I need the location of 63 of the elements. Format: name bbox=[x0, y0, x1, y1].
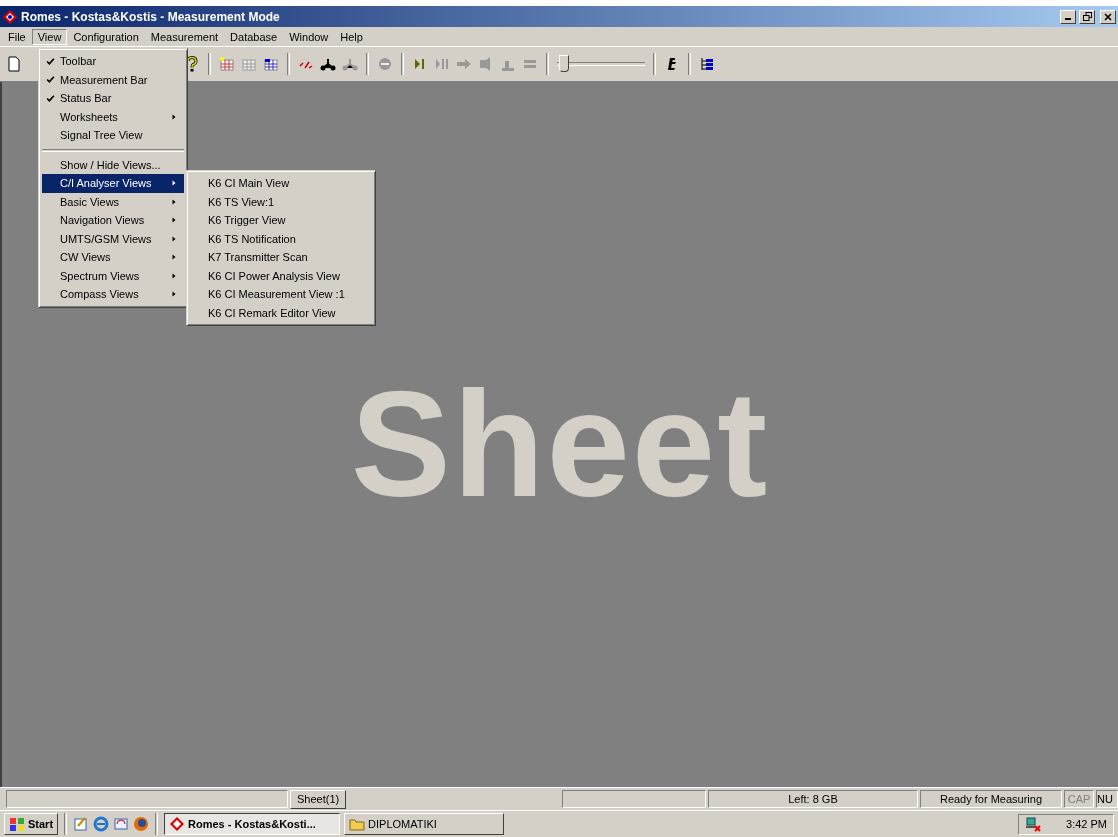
menu-option[interactable]: Basic Views bbox=[42, 192, 184, 211]
menu-item[interactable]: File bbox=[2, 28, 32, 45]
tree-icon[interactable] bbox=[699, 56, 715, 72]
slider-thumb[interactable] bbox=[558, 55, 569, 72]
network-icon[interactable] bbox=[320, 56, 336, 72]
stop-icon[interactable] bbox=[377, 56, 393, 72]
menu-option[interactable]: CW Views bbox=[42, 248, 184, 267]
status-text: Left: 8 GB bbox=[708, 790, 918, 808]
status-text: Ready for Measuring bbox=[920, 790, 1062, 808]
grid-icon[interactable] bbox=[263, 56, 279, 72]
clock: 3:42 PM bbox=[1066, 818, 1107, 830]
menu-option[interactable]: Status Bar bbox=[42, 89, 184, 108]
close-icon bbox=[1104, 12, 1112, 21]
taskbar-button[interactable]: DIPLOMATIKI bbox=[344, 813, 505, 835]
menu-item[interactable]: Window bbox=[283, 28, 335, 45]
menu-option[interactable]: Toolbar bbox=[42, 52, 184, 71]
folder-icon bbox=[349, 816, 366, 832]
menu-option[interactable]: Spectrum Views bbox=[42, 266, 184, 285]
menu-option[interactable]: Measurement Bar bbox=[42, 70, 184, 89]
menu-option[interactable]: K6 CI Power Analysis View bbox=[190, 266, 372, 285]
windows-logo-icon bbox=[9, 816, 25, 832]
notepad-icon[interactable] bbox=[73, 816, 90, 832]
app-logo-icon bbox=[2, 8, 18, 25]
slider[interactable] bbox=[557, 53, 645, 75]
sheet-tab[interactable]: Sheet(1) bbox=[290, 789, 347, 809]
status-text: CAP bbox=[1064, 790, 1094, 808]
menu-option[interactable]: Compass Views bbox=[42, 285, 184, 304]
menu-option[interactable]: K6 TS View:1 bbox=[190, 192, 372, 211]
menu-option[interactable]: K6 Trigger View bbox=[190, 211, 372, 230]
app-logo-icon bbox=[169, 816, 186, 832]
restore-icon bbox=[1082, 12, 1092, 21]
menu-item[interactable]: Help bbox=[334, 28, 369, 45]
status-text: NU bbox=[1096, 790, 1118, 808]
minimize-button[interactable] bbox=[1060, 9, 1076, 24]
window-title: Romes - Kostas&Kostis - Measurement Mode bbox=[21, 9, 281, 24]
menu-option[interactable]: K6 CI Remark Editor View bbox=[190, 303, 372, 322]
sheet-watermark: Sheet bbox=[350, 359, 770, 530]
menu-item[interactable]: Measurement bbox=[144, 28, 225, 45]
menu-item[interactable]: View bbox=[31, 28, 68, 45]
submenu-arrow-icon bbox=[170, 290, 178, 299]
menu-option[interactable]: K6 CI Main View bbox=[190, 174, 372, 193]
menu-option[interactable]: K6 CI Measurement View :1 bbox=[190, 285, 372, 304]
network-icon[interactable] bbox=[342, 56, 358, 72]
browser-icon[interactable] bbox=[93, 816, 110, 832]
submenu-arrow-icon bbox=[170, 112, 178, 121]
taskbar-button[interactable]: Romes - Kostas&Kosti... bbox=[164, 813, 341, 835]
menu-option[interactable]: C/I Analyser Views bbox=[42, 174, 184, 193]
menu-option[interactable]: Signal Tree View bbox=[42, 126, 184, 145]
close-button[interactable] bbox=[1100, 9, 1116, 24]
firefox-icon[interactable] bbox=[133, 816, 150, 832]
menu-option[interactable]: Worksheets bbox=[42, 107, 184, 126]
menu-item[interactable]: Configuration bbox=[67, 28, 145, 45]
menu-option[interactable]: K6 TS Notification bbox=[190, 229, 372, 248]
menu-item[interactable]: Database bbox=[224, 28, 284, 45]
start-button[interactable]: Start bbox=[4, 813, 59, 835]
restore-button[interactable] bbox=[1079, 9, 1095, 24]
minimize-icon bbox=[1065, 18, 1071, 20]
network-disconnected-icon[interactable] bbox=[1025, 816, 1041, 832]
new-document-icon[interactable] bbox=[6, 56, 22, 72]
menu-option[interactable]: Show / Hide Views... bbox=[42, 155, 184, 174]
menu-option[interactable]: UMTS/GSM Views bbox=[42, 229, 184, 248]
menu-option[interactable]: K7 Transmitter Scan bbox=[190, 248, 372, 267]
menu-option[interactable]: Navigation Views bbox=[42, 211, 184, 230]
